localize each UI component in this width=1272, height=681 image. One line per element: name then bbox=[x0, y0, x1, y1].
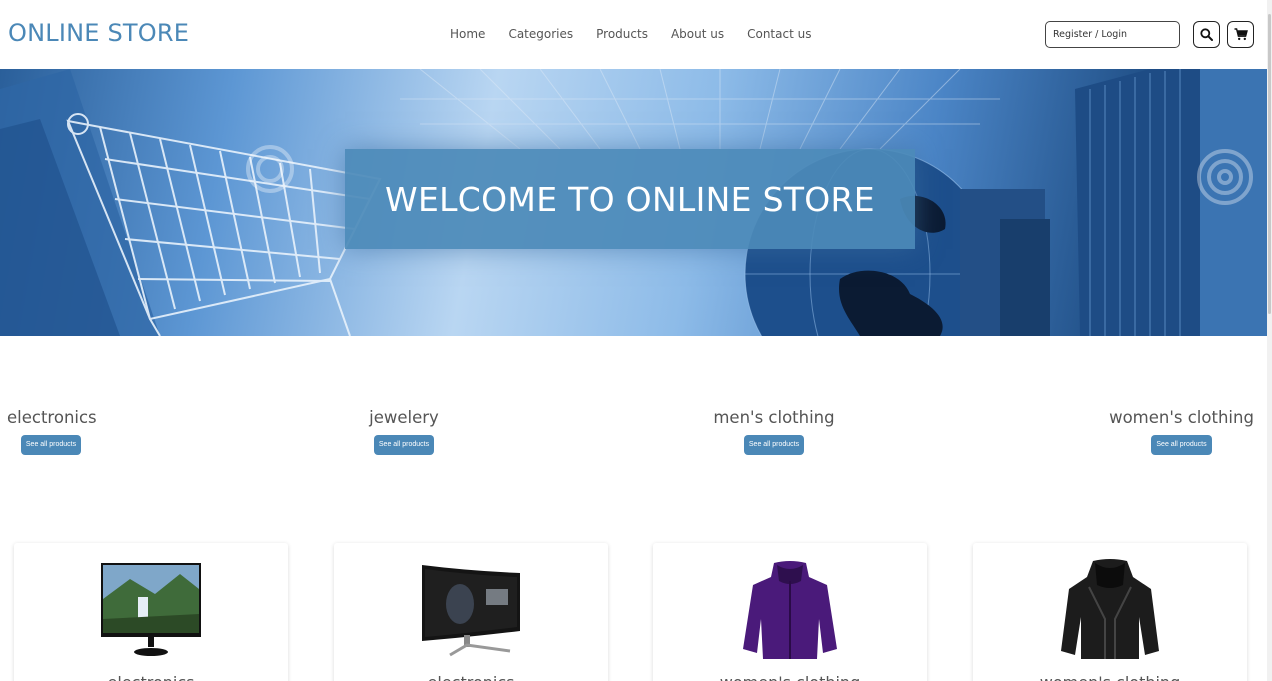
product-card[interactable]: women's clothing bbox=[973, 543, 1247, 681]
hero-title: WELCOME TO ONLINE STORE bbox=[385, 179, 875, 219]
main-nav: Home Categories Products About us Contac… bbox=[450, 27, 834, 41]
nav-contact-us[interactable]: Contact us bbox=[747, 27, 811, 41]
scrollbar-thumb[interactable] bbox=[1268, 14, 1271, 314]
category-name: electronics bbox=[7, 408, 97, 427]
product-category: electronics bbox=[14, 673, 288, 681]
product-card[interactable]: electronics bbox=[14, 543, 288, 681]
product-category: women's clothing bbox=[653, 673, 927, 681]
search-icon bbox=[1200, 28, 1213, 41]
category-jewelery: jewelery See all products bbox=[366, 408, 442, 455]
category-name: women's clothing bbox=[1109, 408, 1254, 427]
product-category: electronics bbox=[334, 673, 608, 681]
hero-banner: WELCOME TO ONLINE STORE bbox=[0, 69, 1267, 336]
cart-button[interactable] bbox=[1227, 21, 1254, 48]
category-name: men's clothing bbox=[713, 408, 835, 427]
product-card[interactable]: electronics bbox=[334, 543, 608, 681]
site-logo[interactable]: ONLINE STORE bbox=[8, 19, 189, 47]
see-all-products-button[interactable]: See all products bbox=[1151, 435, 1212, 455]
product-category: women's clothing bbox=[973, 673, 1247, 681]
see-all-products-button[interactable]: See all products bbox=[373, 435, 435, 455]
purple-jacket-image bbox=[743, 561, 837, 659]
category-womens-clothing: women's clothing See all products bbox=[1104, 408, 1259, 455]
curved-monitor-image bbox=[422, 565, 520, 657]
category-name: jewelery bbox=[369, 408, 439, 427]
nav-home[interactable]: Home bbox=[450, 27, 485, 41]
nav-products[interactable]: Products bbox=[596, 27, 648, 41]
search-button[interactable] bbox=[1193, 21, 1220, 48]
category-mens-clothing: men's clothing See all products bbox=[710, 408, 838, 455]
see-all-products-button[interactable]: See all products bbox=[20, 435, 82, 455]
register-login-input[interactable] bbox=[1045, 21, 1180, 48]
hero-title-box: WELCOME TO ONLINE STORE bbox=[345, 149, 915, 249]
category-electronics: electronics See all products bbox=[7, 408, 97, 455]
monitor-image bbox=[101, 563, 201, 656]
see-all-products-button[interactable]: See all products bbox=[743, 435, 805, 455]
page-scrollbar[interactable] bbox=[1267, 0, 1272, 681]
product-card[interactable]: women's clothing bbox=[653, 543, 927, 681]
cart-icon bbox=[1234, 28, 1248, 41]
black-leather-jacket-image bbox=[1061, 559, 1159, 659]
site-header: ONLINE STORE Home Categories Products Ab… bbox=[0, 0, 1272, 69]
nav-categories[interactable]: Categories bbox=[508, 27, 573, 41]
nav-about-us[interactable]: About us bbox=[671, 27, 724, 41]
